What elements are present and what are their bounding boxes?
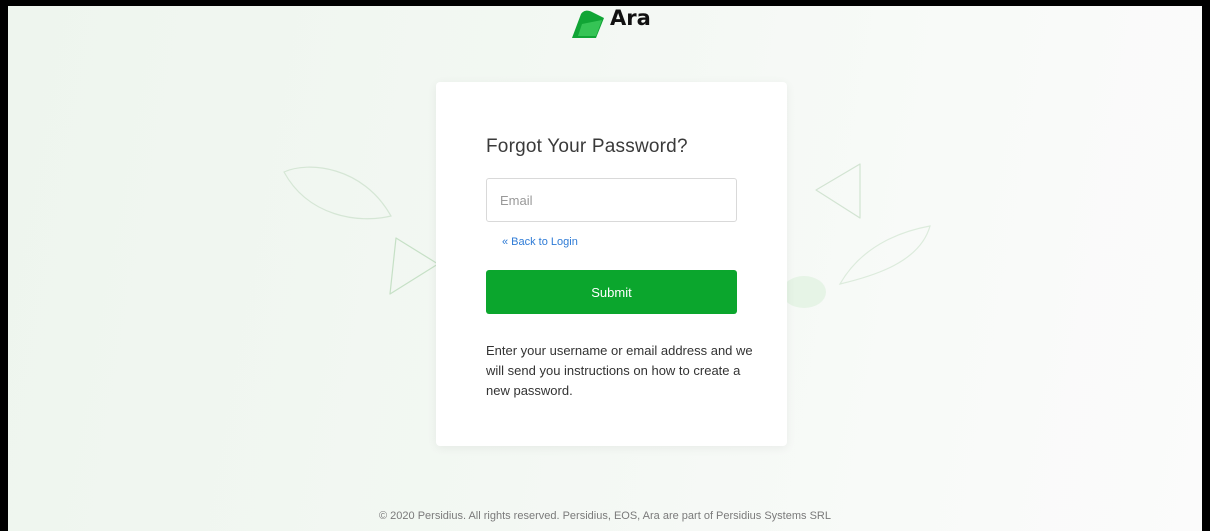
brand-name: Ara	[610, 6, 651, 30]
decorative-leaf-right	[838, 225, 931, 285]
decorative-leaf-left	[283, 166, 392, 220]
email-input[interactable]	[486, 178, 737, 222]
decorative-triangle-right	[815, 163, 861, 219]
submit-button[interactable]: Submit	[486, 270, 737, 314]
decorative-glow	[782, 276, 826, 308]
decorative-triangle-left	[389, 237, 439, 295]
page-background: Ara Forgot Your Password? « Back to Logi…	[8, 6, 1202, 531]
brand-logo[interactable]: Ara	[566, 6, 651, 42]
form-title: Forgot Your Password?	[486, 136, 688, 157]
forgot-password-card: Forgot Your Password? « Back to Login Su…	[436, 82, 787, 446]
ara-leaf-icon	[572, 10, 604, 39]
footer-copyright: © 2020 Persidius. All rights reserved. P…	[379, 510, 831, 522]
help-text: Enter your username or email address and…	[486, 343, 753, 398]
back-to-login-link[interactable]: « Back to Login	[502, 236, 578, 248]
